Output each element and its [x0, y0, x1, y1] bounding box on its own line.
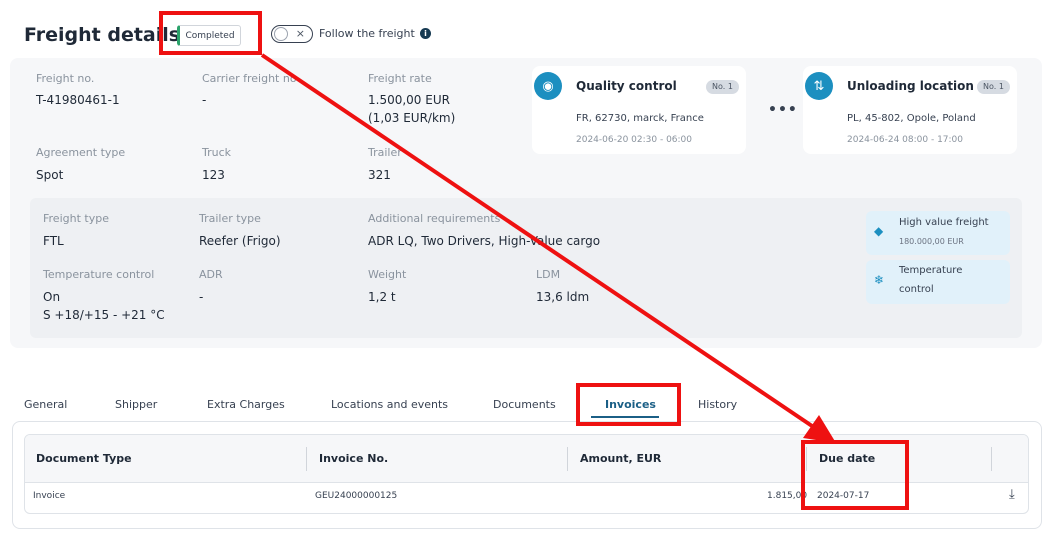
freight-details-page: Freight details Completed × Follow the f… — [0, 0, 1059, 541]
annotation-arrow — [260, 53, 836, 443]
